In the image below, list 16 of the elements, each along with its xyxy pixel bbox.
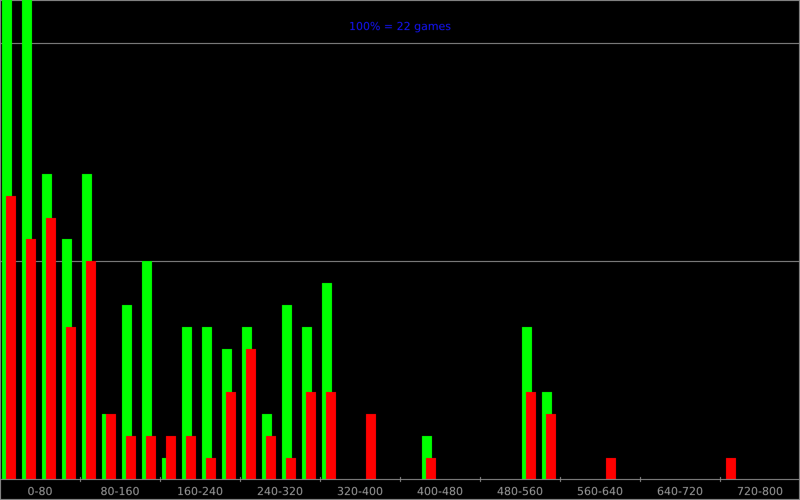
axis-label: 720-800 <box>737 485 783 498</box>
axis-label: 400-480 <box>417 485 463 498</box>
bar <box>606 458 616 479</box>
axis-label: 560-640 <box>577 485 623 498</box>
axis-label: 160-240 <box>177 485 223 498</box>
chart-title: 100% = 22 games <box>348 20 452 33</box>
axis-label: 320-400 <box>337 485 383 498</box>
bar <box>726 458 736 479</box>
axis-label: 640-720 <box>657 485 703 498</box>
bar <box>366 414 376 479</box>
bar <box>546 414 556 479</box>
axis-label: 240-320 <box>257 485 303 498</box>
bar <box>106 414 116 479</box>
axis-label: 0-80 <box>28 485 52 498</box>
axis-label: 480-560 <box>497 485 543 498</box>
axis-label: 80-160 <box>100 485 140 498</box>
